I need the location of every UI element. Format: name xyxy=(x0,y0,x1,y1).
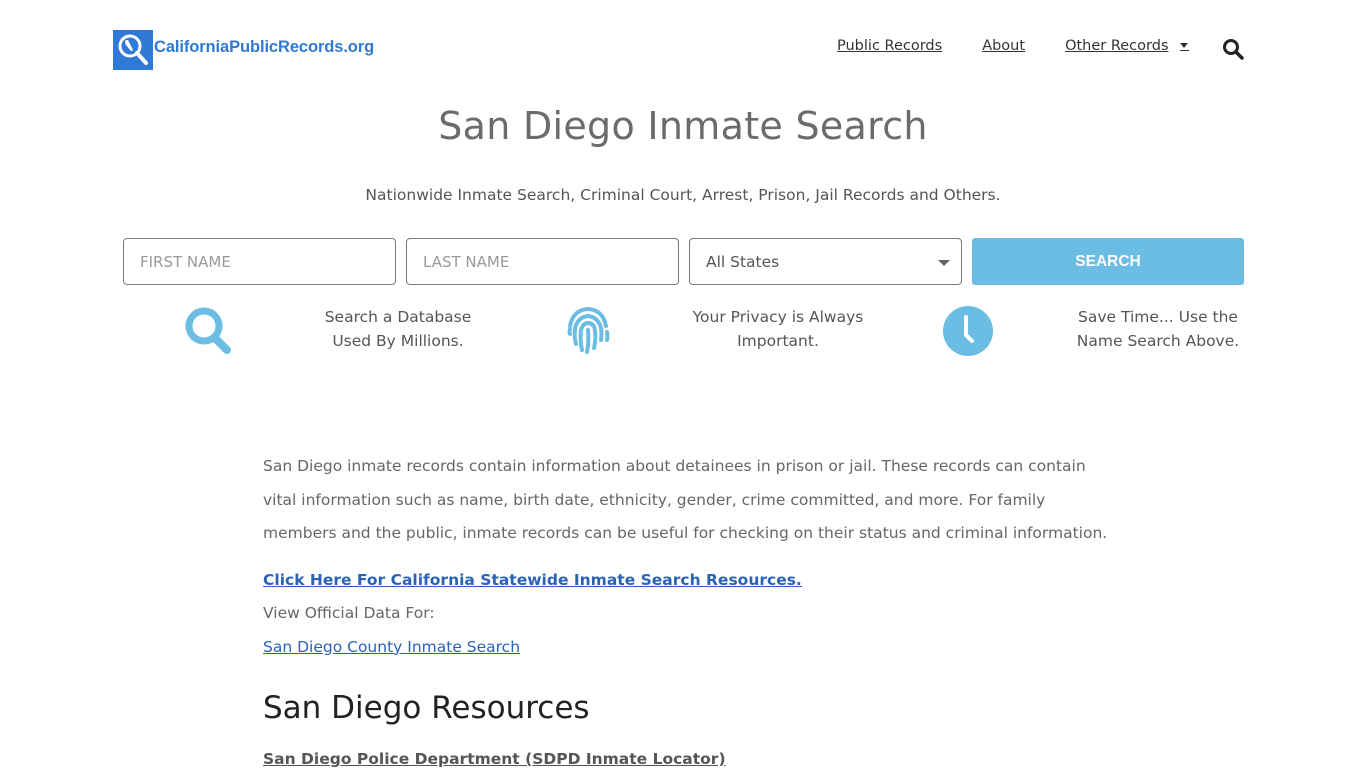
nav-other-records-dropdown[interactable]: Other Records xyxy=(1065,38,1189,54)
resource-item[interactable]: San Diego Police Department (SDPD Inmate… xyxy=(263,750,1113,768)
search-icon xyxy=(181,304,235,358)
state-select-value: All States xyxy=(706,252,780,271)
dropdown-arrow-icon xyxy=(938,260,950,266)
feature-text-database: Search a Database Used By Millions. xyxy=(324,308,472,350)
clock-icon xyxy=(941,304,995,358)
chevron-down-icon[interactable] xyxy=(1179,42,1189,51)
main-content: San Diego inmate records contain informa… xyxy=(263,450,1113,768)
features-row: Search a Database Used By Millions. Your… xyxy=(123,302,1243,362)
site-header: CaliforniaPublicRecords.org Public Recor… xyxy=(0,0,1366,100)
official-links: Click Here For California Statewide Inma… xyxy=(263,564,1113,665)
county-inmate-search-link[interactable]: San Diego County Inmate Search xyxy=(263,638,520,656)
logo-magnifier-icon xyxy=(113,30,153,70)
nav-public-records[interactable]: Public Records xyxy=(837,38,942,54)
page-title: San Diego Inmate Search xyxy=(438,104,928,148)
resources-heading: San Diego Resources xyxy=(263,690,590,726)
fingerprint-icon xyxy=(561,304,615,358)
search-button[interactable]: SEARCH xyxy=(972,238,1244,285)
inmate-search-form: All States SEARCH xyxy=(123,238,1244,285)
site-logo[interactable]: CaliforniaPublicRecords.org xyxy=(113,30,374,70)
feature-text-privacy: Your Privacy is Always Important. xyxy=(692,308,864,350)
nav-other-records[interactable]: Other Records xyxy=(1065,38,1168,54)
search-icon[interactable] xyxy=(1222,38,1244,60)
nav-about[interactable]: About xyxy=(982,38,1025,54)
last-name-input[interactable] xyxy=(406,238,679,285)
main-nav: Public Records About Other Records xyxy=(837,38,1189,54)
feature-text-save-time: Save Time... Use the Name Search Above. xyxy=(1076,308,1240,350)
state-select[interactable]: All States xyxy=(689,238,962,285)
intro-paragraph: San Diego inmate records contain informa… xyxy=(263,457,1108,542)
statewide-resources-link[interactable]: Click Here For California Statewide Inma… xyxy=(263,571,802,589)
logo-text: CaliforniaPublicRecords.org xyxy=(154,37,375,56)
official-data-label: View Official Data For: xyxy=(263,604,435,622)
page-subtitle: Nationwide Inmate Search, Criminal Court… xyxy=(365,186,1001,204)
first-name-input[interactable] xyxy=(123,238,396,285)
